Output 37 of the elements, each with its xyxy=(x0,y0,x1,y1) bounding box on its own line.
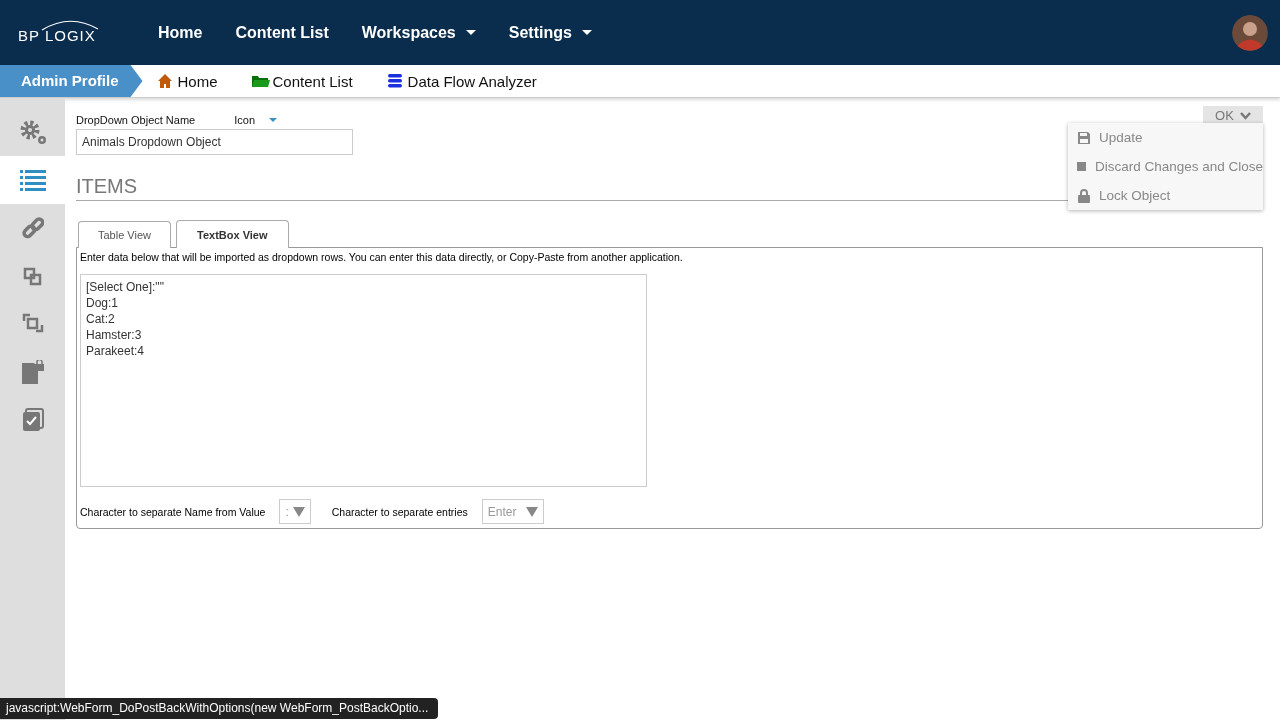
avatar[interactable] xyxy=(1232,14,1268,51)
input-field[interactable]: Animals Dropdown Object xyxy=(76,129,353,155)
caret-icon[interactable] xyxy=(269,118,277,122)
nav-link[interactable]: Settings xyxy=(498,23,602,42)
tab[interactable]: TextBox View xyxy=(176,220,289,248)
nav-link[interactable]: Content List xyxy=(225,23,339,42)
breadcrumb-link[interactable]: Content List xyxy=(251,72,353,90)
copy-icon xyxy=(21,313,44,335)
logo[interactable]: BP LOGIX xyxy=(18,21,128,44)
stop-icon xyxy=(1076,162,1086,171)
field-label: Icon xyxy=(234,114,255,126)
home-icon xyxy=(156,73,175,89)
caret-icon xyxy=(525,506,538,517)
field-label: Character to separate entries xyxy=(331,505,468,518)
status-tooltip: javascript:WebForm_DoPostBackWithOptions(new WebForm_PostBackOptio... xyxy=(0,698,439,719)
gears-icon xyxy=(18,119,47,145)
link-icon xyxy=(21,217,44,239)
nav-link[interactable]: Workspaces xyxy=(351,23,486,42)
list-icon xyxy=(19,167,46,193)
lock-icon xyxy=(1077,188,1090,203)
caret-icon xyxy=(292,506,305,517)
file-lock-icon xyxy=(20,359,45,385)
breadcrumb-link[interactable]: Home xyxy=(156,72,218,90)
field-label: Character to separate Name from Value xyxy=(80,505,266,518)
breadcrumb-link[interactable]: Data Flow Analyzer xyxy=(386,72,537,90)
instructions-text: Enter data below that will be imported as dropdown rows. You can enter this data directly, or Copy-Paste from another application. xyxy=(80,251,684,263)
text-area[interactable]: [Select One]:"" Dog:1 Cat:2 Hamster:3 Parakeet:4 xyxy=(80,274,647,487)
tab[interactable]: Table View xyxy=(78,221,171,248)
database-icon xyxy=(386,73,405,89)
folder-icon xyxy=(251,73,270,89)
save-icon xyxy=(1077,131,1090,144)
nav-link[interactable]: Home xyxy=(148,23,213,42)
chevron-icon xyxy=(1239,111,1251,120)
field-label: DropDown Object Name xyxy=(76,114,196,126)
copy-icon xyxy=(23,266,42,286)
sidebar-item[interactable] xyxy=(0,156,65,204)
checklist-icon xyxy=(21,408,44,432)
